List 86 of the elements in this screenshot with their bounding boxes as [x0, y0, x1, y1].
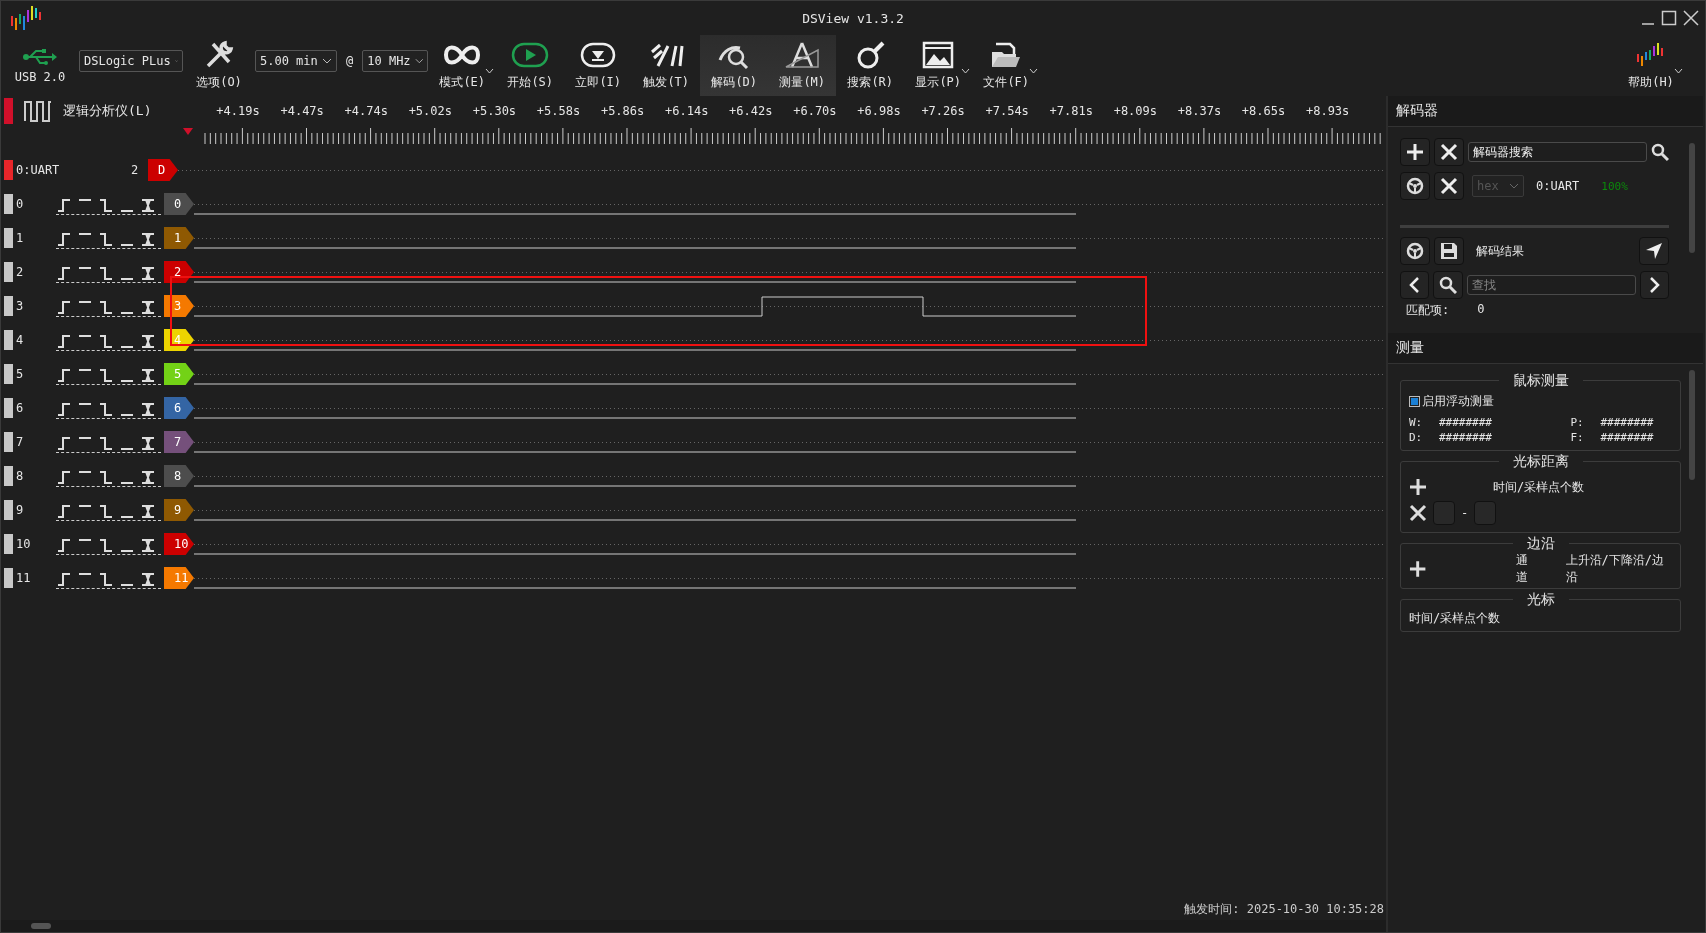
time-label: +5.30s	[471, 104, 518, 118]
instant-button[interactable]: 立即(I)	[564, 35, 633, 96]
file-button[interactable]: 文件(F)	[972, 35, 1041, 96]
time-label: +6.98s	[856, 104, 902, 118]
channel-tag[interactable]: 1	[164, 227, 194, 249]
measure-button[interactable]: 测量(M)	[768, 35, 837, 96]
trigger-button[interactable]: 触发(T)	[632, 35, 701, 96]
time-label: +6.70s	[792, 104, 838, 118]
time-label: +5.58s	[535, 104, 582, 118]
group-title: 边沿	[1512, 535, 1569, 553]
column-header: 时间/采样点个数	[1409, 611, 1501, 625]
channel-tag[interactable]: D	[148, 159, 178, 181]
channel-tag[interactable]: 6	[164, 397, 194, 419]
time-label: +6.42s	[728, 104, 774, 118]
channel-name: 10	[16, 537, 32, 551]
panel-title: 解码器	[1396, 102, 1438, 120]
range-separator: -	[1461, 506, 1469, 520]
group-title: 光标距离	[1498, 453, 1583, 471]
time-label: +7.81s	[1048, 104, 1094, 118]
measure-label: D:	[1409, 431, 1424, 444]
matches-label: 匹配项:	[1406, 302, 1450, 319]
time-label: +4.19s	[215, 104, 261, 118]
channel-name: 9	[16, 503, 25, 517]
channel-name: 1	[16, 231, 25, 245]
window-title: DSView v1.3.2	[802, 10, 904, 26]
options-button[interactable]: 选项(O)	[189, 35, 249, 96]
results-search-field[interactable]: 查找	[1466, 275, 1636, 295]
device-select[interactable]: DSLogic PLus	[79, 49, 183, 72]
at-sign: @	[346, 53, 354, 68]
measure-label: W:	[1409, 416, 1424, 429]
mode-button[interactable]: 模式(E)	[428, 35, 497, 96]
time-label: +7.26s	[920, 104, 966, 118]
decoder-progress: 100%	[1601, 179, 1628, 193]
measure-value: ########	[1600, 416, 1654, 429]
column-header: 通道	[1516, 552, 1530, 586]
channel-tag[interactable]: 10	[164, 533, 194, 555]
channel-tag[interactable]: 7	[164, 431, 194, 453]
channel-name: 6	[16, 401, 25, 415]
decoder-name: 0:UART	[1536, 179, 1580, 193]
display-button[interactable]: 显示(P)	[904, 35, 973, 96]
measure-label: F:	[1570, 431, 1585, 444]
column-header: 上升沿/下降沿/边沿	[1565, 552, 1665, 586]
time-label: +6.14s	[664, 104, 710, 118]
usb-label: USB 2.0	[14, 69, 66, 84]
time-label: +8.09s	[1112, 104, 1159, 118]
help-button[interactable]: 帮助(H)	[1617, 35, 1685, 96]
group-title: 光标	[1512, 591, 1569, 609]
channel-name: 2	[16, 265, 25, 279]
decoder-count: 2	[131, 163, 140, 177]
channel-name: 7	[16, 435, 25, 449]
channel-tag[interactable]: 8	[164, 465, 194, 487]
matches-count: 0	[1477, 302, 1485, 318]
trigger-time: 触发时间: 2025-10-30 10:35:28	[1184, 900, 1384, 918]
channel-tag[interactable]: 2	[164, 261, 194, 283]
checkbox-label: 启用浮动测量	[1422, 393, 1494, 410]
channel-tag[interactable]: 0	[164, 193, 194, 215]
time-label: +8.65s	[1240, 104, 1287, 118]
channel-name: 0	[16, 197, 25, 211]
panel-title: 测量	[1396, 339, 1424, 357]
measure-value: ########	[1600, 431, 1654, 444]
channel-name: 8	[16, 469, 25, 483]
samplerate-select[interactable]: 10 MHz	[362, 49, 429, 72]
time-label: +7.54s	[984, 104, 1030, 118]
decode-button[interactable]: 解码(D)	[700, 35, 769, 96]
measure-label: P:	[1570, 416, 1585, 429]
column-header: 时间/采样点个数	[1493, 478, 1585, 496]
start-button[interactable]: 开始(S)	[496, 35, 565, 96]
results-title: 解码结果	[1476, 242, 1524, 260]
time-label: +4.74s	[343, 104, 389, 118]
time-label: +8.37s	[1176, 104, 1223, 118]
decoder-search-field[interactable]: 解码器搜索	[1467, 142, 1648, 162]
measure-value: ########	[1439, 416, 1492, 429]
channel-name: 5	[16, 367, 25, 381]
channel-tag[interactable]: 9	[164, 499, 194, 521]
time-label: +5.86s	[599, 104, 646, 118]
channel-name: 11	[16, 571, 32, 585]
time-label: +4.47s	[279, 104, 325, 118]
search-button[interactable]: 搜索(R)	[836, 35, 905, 96]
time-label: +8.93s	[1304, 104, 1351, 118]
channel-name: 3	[16, 299, 25, 313]
view-title: 逻辑分析仪(L)	[63, 102, 152, 120]
group-title: 鼠标测量	[1498, 372, 1583, 390]
measure-value: ########	[1439, 431, 1492, 444]
time-label: +5.02s	[407, 104, 453, 118]
channel-name: 4	[16, 333, 25, 347]
duration-select[interactable]: 5.00 min	[255, 49, 337, 72]
